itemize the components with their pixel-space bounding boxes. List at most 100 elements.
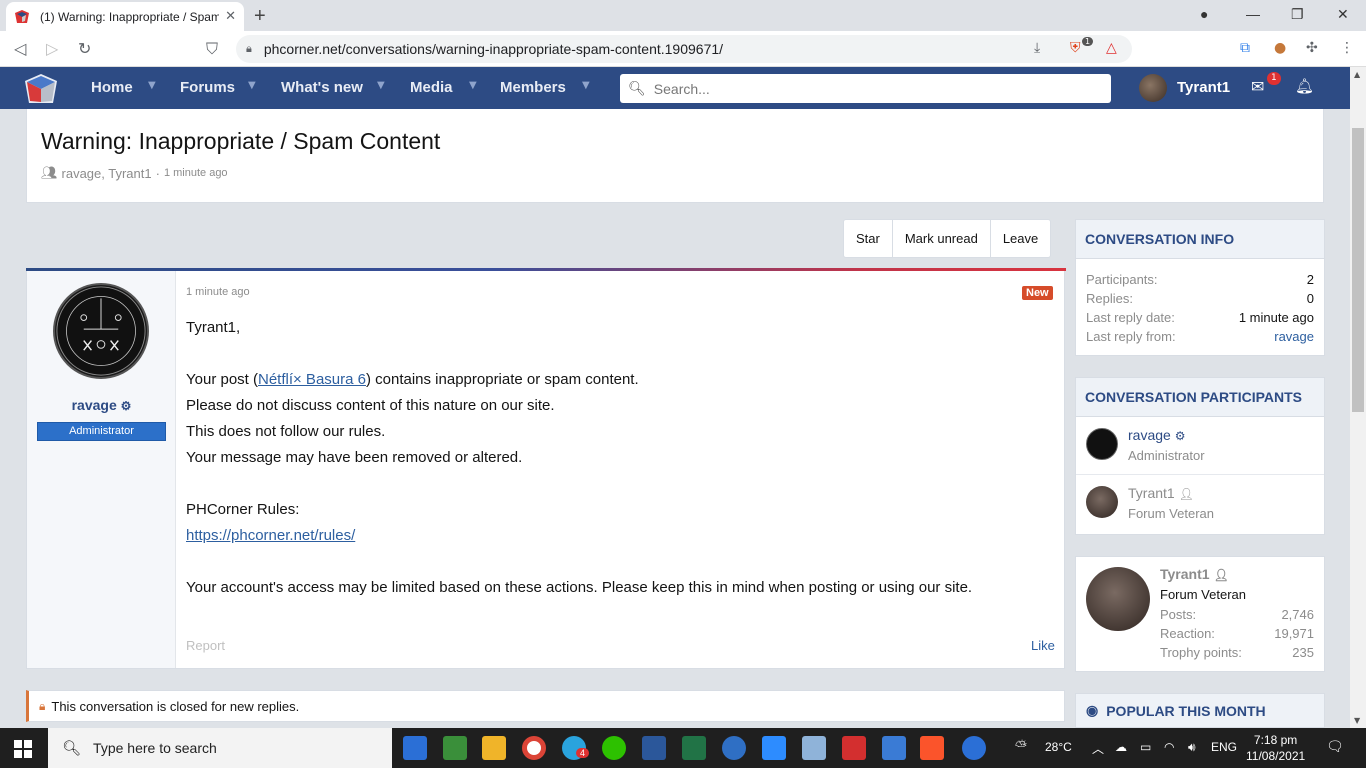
- acrobat-icon[interactable]: [842, 736, 866, 760]
- maximize-button[interactable]: ❐: [1291, 6, 1304, 23]
- site-search-input[interactable]: [653, 80, 1094, 97]
- chrome-icon[interactable]: [522, 736, 546, 760]
- help-icon[interactable]: [962, 736, 986, 760]
- user-name[interactable]: Tyrant1: [1177, 79, 1230, 96]
- app-icon[interactable]: [802, 736, 826, 760]
- browser-tab[interactable]: (1) Warning: Inappropriate / Spam ✕: [6, 2, 244, 31]
- tray-chevron-icon[interactable]: ︿: [1092, 740, 1104, 757]
- forward-button[interactable]: ▷: [46, 39, 58, 58]
- author-name-row[interactable]: ravage ⚙: [27, 397, 176, 413]
- scroll-down-arrow[interactable]: ▼: [1354, 716, 1360, 725]
- participant-name[interactable]: ravage: [1128, 427, 1171, 443]
- nav-media-chevron-icon[interactable]: ▼: [469, 80, 477, 91]
- tab-close-icon[interactable]: ✕: [225, 9, 236, 24]
- viber-icon[interactable]: [722, 736, 746, 760]
- users-icon: 👥︎: [41, 165, 58, 180]
- author-name[interactable]: ravage: [72, 397, 117, 413]
- info-value: 0: [1306, 291, 1314, 306]
- extensions-icon[interactable]: ✣: [1306, 40, 1318, 56]
- rules-link[interactable]: https://phcorner.net/rules/: [186, 527, 355, 544]
- task-view-icon[interactable]: [403, 736, 427, 760]
- nav-forums-chevron-icon[interactable]: ▼: [248, 80, 256, 91]
- taskbar-clock[interactable]: 7:18 pm 11/08/2021: [1246, 732, 1305, 764]
- profile-name[interactable]: Tyrant1: [1160, 566, 1210, 582]
- participant-role: Forum Veteran: [1128, 506, 1214, 521]
- language-indicator[interactable]: ENG: [1211, 740, 1237, 754]
- nav-members-chevron-icon[interactable]: ▼: [582, 80, 590, 91]
- nav-home-chevron-icon[interactable]: ▼: [148, 80, 156, 91]
- profile-name-row[interactable]: Tyrant1 👤︎: [1160, 566, 1229, 582]
- brave-rewards-icon[interactable]: △: [1106, 40, 1117, 56]
- scroll-up-arrow[interactable]: ▲: [1354, 70, 1360, 79]
- nav-home[interactable]: Home: [91, 79, 133, 96]
- bell-icon[interactable]: 🔔︎: [1295, 77, 1314, 95]
- profile-menu-icon[interactable]: ●: [1200, 6, 1208, 22]
- brave-icon[interactable]: [920, 736, 944, 760]
- notifications-icon[interactable]: 🗨︎: [1326, 738, 1344, 755]
- battery-icon[interactable]: ▭: [1140, 740, 1151, 754]
- user-avatar[interactable]: [1139, 74, 1167, 102]
- info-key: Replies:: [1086, 291, 1133, 306]
- cookie-extension-icon[interactable]: ●: [1274, 40, 1286, 56]
- cloud-icon[interactable]: ☁: [1115, 740, 1127, 754]
- star-button[interactable]: Star: [844, 220, 892, 257]
- nav-forums[interactable]: Forums: [180, 79, 235, 96]
- taskbar-search[interactable]: 🔍︎ Type here to search: [48, 728, 392, 768]
- participants-title: CONVERSATION PARTICIPANTS: [1076, 378, 1324, 417]
- volume-icon[interactable]: 🔊︎: [1188, 740, 1196, 755]
- staff-icon: ⚙: [120, 399, 132, 413]
- mark-unread-button[interactable]: Mark unread: [891, 220, 990, 257]
- closing-text: Your account's access may be limited bas…: [186, 579, 973, 596]
- participant-name[interactable]: Tyrant1: [1128, 485, 1175, 501]
- photos-icon[interactable]: [882, 736, 906, 760]
- file-explorer-icon[interactable]: [482, 736, 506, 760]
- inbox-icon[interactable]: ✉: [1251, 77, 1264, 96]
- new-tab-button[interactable]: +: [254, 5, 266, 28]
- browser-menu-icon[interactable]: ⋮: [1340, 40, 1354, 56]
- back-button[interactable]: ◁: [14, 39, 26, 58]
- address-bar[interactable]: 🔒︎ phcorner.net/conversations/warning-in…: [236, 35, 1132, 63]
- word-icon[interactable]: [642, 736, 666, 760]
- like-button[interactable]: Like: [1031, 638, 1055, 653]
- nav-whats-new-chevron-icon[interactable]: ▼: [377, 80, 385, 91]
- reload-button[interactable]: ↻: [78, 39, 91, 58]
- last-reply-user-link[interactable]: ravage: [1274, 327, 1314, 346]
- tab-title: (1) Warning: Inappropriate / Spam: [40, 9, 220, 24]
- app-icon[interactable]: [443, 736, 467, 760]
- message-time[interactable]: 1 minute ago: [186, 286, 250, 298]
- site-search-box[interactable]: 🔍︎: [620, 74, 1111, 103]
- install-icon[interactable]: ⤓: [1034, 40, 1040, 56]
- translate-extension-icon[interactable]: ⧉: [1240, 40, 1250, 56]
- profile-title: Forum Veteran: [1160, 587, 1246, 602]
- report-link[interactable]: Report: [186, 638, 225, 653]
- profile-avatar[interactable]: [1086, 567, 1150, 631]
- nav-whats-new[interactable]: What's new: [281, 79, 363, 96]
- minimize-button[interactable]: —: [1246, 6, 1260, 22]
- excel-icon[interactable]: [682, 736, 706, 760]
- stat-key: Trophy points:: [1160, 645, 1242, 660]
- wifi-icon[interactable]: ◠: [1164, 740, 1174, 754]
- author-avatar[interactable]: [53, 283, 149, 379]
- browser-tabbar: (1) Warning: Inappropriate / Spam ✕ + ● …: [0, 0, 1366, 31]
- windows-start-icon[interactable]: [14, 740, 32, 758]
- participant-name-row[interactable]: ravage ⚙: [1128, 427, 1185, 443]
- bookmark-icon[interactable]: ⛉: [206, 39, 218, 59]
- participants-text[interactable]: ravage, Tyrant1: [62, 166, 152, 181]
- weather-temp[interactable]: 28°C: [1045, 740, 1072, 754]
- nav-members[interactable]: Members: [500, 79, 566, 96]
- brave-shield-badge: 1: [1082, 37, 1094, 46]
- brave-shield-icon[interactable]: ⛨: [1070, 40, 1081, 56]
- participant-avatar[interactable]: [1086, 486, 1118, 518]
- close-window-button[interactable]: ✕: [1337, 6, 1349, 23]
- leave-button[interactable]: Leave: [989, 220, 1050, 257]
- weather-icon[interactable]: ⛅︎: [1015, 738, 1027, 755]
- scrollbar-thumb[interactable]: [1352, 128, 1364, 412]
- post-link[interactable]: Nétflí× Basura 6: [258, 371, 366, 388]
- participant-name-row[interactable]: Tyrant1 👤︎: [1128, 485, 1194, 501]
- phcorner-logo[interactable]: [24, 73, 58, 105]
- wechat-icon[interactable]: [602, 736, 626, 760]
- nav-media[interactable]: Media: [410, 79, 453, 96]
- zoom-icon[interactable]: [762, 736, 786, 760]
- participant-avatar[interactable]: [1086, 428, 1118, 460]
